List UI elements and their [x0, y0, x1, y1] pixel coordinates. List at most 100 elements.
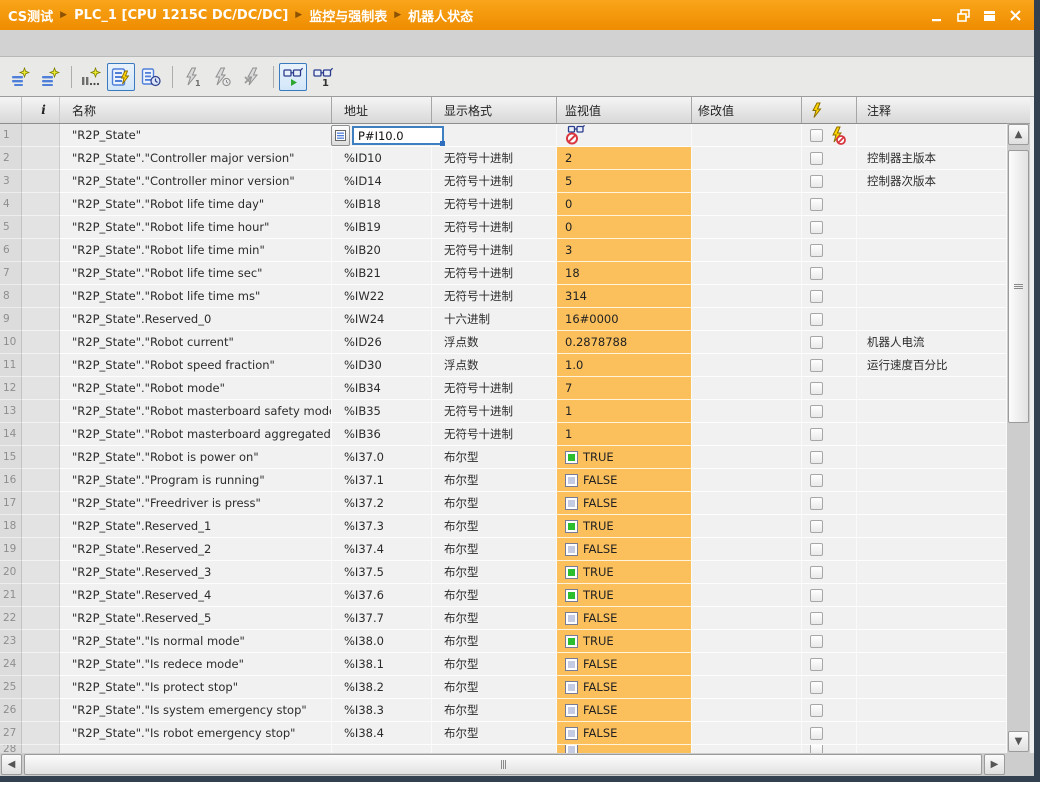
display-format-cell[interactable]: 浮点数 [432, 354, 557, 377]
tag-name-cell[interactable]: "R2P_State"."Robot life time sec" [60, 262, 332, 285]
address-cell[interactable]: %I37.4 [332, 538, 432, 561]
table-row[interactable]: 1 "R2P_State" P#I10.0 [0, 124, 1007, 147]
address-cell[interactable]: %IB21 [332, 262, 432, 285]
modify-value-cell[interactable] [692, 331, 802, 354]
add-row-button[interactable] [36, 63, 64, 91]
header-indicator[interactable]: i [22, 97, 60, 123]
insert-additional-rows-button[interactable] [77, 63, 105, 91]
header-modify-value[interactable]: 修改值 [692, 97, 802, 123]
tag-name-cell[interactable]: "R2P_State"."Robot mode" [60, 377, 332, 400]
display-format-cell[interactable]: 布尔型 [432, 446, 557, 469]
breadcrumb-project[interactable]: CS测试 [8, 6, 53, 25]
modify-checkbox[interactable] [810, 658, 823, 671]
display-format-cell[interactable]: 无符号十进制 [432, 239, 557, 262]
address-cell[interactable]: %I37.3 [332, 515, 432, 538]
header-display-format[interactable]: 显示格式 [432, 97, 557, 123]
modify-value-cell[interactable] [692, 400, 802, 423]
scroll-right-button[interactable]: ▶ [984, 754, 1005, 775]
address-cell[interactable]: %I38.2 [332, 676, 432, 699]
modify-value-cell[interactable] [692, 239, 802, 262]
tag-name-cell[interactable]: "R2P_State"."Controller minor version" [60, 170, 332, 193]
modify-checkbox[interactable] [810, 221, 823, 234]
tag-name-cell[interactable]: "R2P_State"."Robot current" [60, 331, 332, 354]
restore-button[interactable] [956, 9, 970, 22]
comment-cell[interactable] [857, 607, 1007, 630]
display-format-cell[interactable]: 无符号十进制 [432, 170, 557, 193]
comment-cell[interactable] [857, 469, 1007, 492]
scroll-up-button[interactable]: ▲ [1008, 124, 1029, 145]
modify-value-cell[interactable] [692, 147, 802, 170]
show-modify-columns-button[interactable] [107, 63, 135, 91]
address-cell[interactable]: %IB19 [332, 216, 432, 239]
display-format-cell[interactable]: 布尔型 [432, 515, 557, 538]
address-cell[interactable]: %IB34 [332, 377, 432, 400]
table-row[interactable]: 6 "R2P_State"."Robot life time min" %IB2… [0, 239, 1007, 262]
modify-checkbox[interactable] [810, 497, 823, 510]
modify-checkbox[interactable] [810, 198, 823, 211]
comment-cell[interactable] [857, 308, 1007, 331]
vertical-scrollbar[interactable]: ▲ ▼ [1007, 97, 1030, 753]
tag-name-cell[interactable]: "R2P_State"."Is protect stop" [60, 676, 332, 699]
address-cell[interactable]: %ID14 [332, 170, 432, 193]
address-list-button[interactable] [331, 125, 350, 146]
modify-value-cell[interactable] [692, 377, 802, 400]
tag-name-cell[interactable]: "R2P_State" [60, 124, 332, 147]
display-format-cell[interactable]: 无符号十进制 [432, 193, 557, 216]
comment-cell[interactable] [857, 124, 1007, 147]
monitor-all-button[interactable] [279, 63, 307, 91]
vertical-scrollbar-thumb[interactable] [1008, 150, 1029, 423]
address-cell[interactable]: %ID30 [332, 354, 432, 377]
modify-value-cell[interactable] [692, 607, 802, 630]
modify-value-cell[interactable] [692, 561, 802, 584]
table-row[interactable]: 26 "R2P_State"."Is system emergency stop… [0, 699, 1007, 722]
modify-checkbox[interactable] [810, 451, 823, 464]
breadcrumb-table[interactable]: 机器人状态 [408, 6, 473, 25]
comment-cell[interactable] [857, 216, 1007, 239]
display-format-cell[interactable] [432, 124, 557, 147]
modify-checkbox[interactable] [810, 612, 823, 625]
modify-value-cell[interactable] [692, 193, 802, 216]
horizontal-scrollbar-thumb[interactable] [24, 754, 982, 775]
table-row[interactable]: 19 "R2P_State".Reserved_2 %I37.4 布尔型 FAL… [0, 538, 1007, 561]
modify-value-cell[interactable] [692, 262, 802, 285]
monitor-once-button[interactable]: 1 [309, 63, 337, 91]
tag-name-cell[interactable]: "R2P_State".Reserved_3 [60, 561, 332, 584]
table-row[interactable]: 24 "R2P_State"."Is redece mode" %I38.1 布… [0, 653, 1007, 676]
display-format-cell[interactable]: 无符号十进制 [432, 400, 557, 423]
table-row[interactable]: 12 "R2P_State"."Robot mode" %IB34 无符号十进制… [0, 377, 1007, 400]
modify-value-cell[interactable] [692, 423, 802, 446]
display-format-cell[interactable]: 无符号十进制 [432, 285, 557, 308]
tag-name-cell[interactable]: "R2P_State"."Is system emergency stop" [60, 699, 332, 722]
tag-name-cell[interactable]: "R2P_State"."Robot life time min" [60, 239, 332, 262]
minimize-button[interactable] [930, 9, 944, 22]
modify-checkbox[interactable] [810, 382, 823, 395]
comment-cell[interactable]: 机器人电流 [857, 331, 1007, 354]
tag-name-cell[interactable]: "R2P_State"."Controller major version" [60, 147, 332, 170]
tag-name-cell[interactable]: "R2P_State".Reserved_1 [60, 515, 332, 538]
comment-cell[interactable] [857, 193, 1007, 216]
modify-value-cell[interactable] [692, 584, 802, 607]
table-row[interactable]: 15 "R2P_State"."Robot is power on" %I37.… [0, 446, 1007, 469]
enable-peripheral-outputs-button[interactable] [238, 63, 266, 91]
table-row[interactable]: 8 "R2P_State"."Robot life time ms" %IW22… [0, 285, 1007, 308]
modify-with-trigger-button[interactable] [208, 63, 236, 91]
header-monitor-value[interactable]: 监视值 [557, 97, 692, 123]
tag-name-cell[interactable]: "R2P_State"."Robot masterboard aggregate… [60, 423, 332, 446]
modify-checkbox[interactable] [810, 681, 823, 694]
table-row[interactable]: 13 "R2P_State"."Robot masterboard safety… [0, 400, 1007, 423]
modify-checkbox[interactable] [810, 359, 823, 372]
tag-name-cell[interactable]: "R2P_State"."Robot life time day" [60, 193, 332, 216]
modify-checkbox[interactable] [810, 313, 823, 326]
modify-checkbox[interactable] [810, 566, 823, 579]
address-cell[interactable]: %I37.5 [332, 561, 432, 584]
display-format-cell[interactable]: 布尔型 [432, 561, 557, 584]
modify-checkbox[interactable] [810, 405, 823, 418]
table-row[interactable]: 20 "R2P_State".Reserved_3 %I37.5 布尔型 TRU… [0, 561, 1007, 584]
modify-checkbox[interactable] [810, 727, 823, 740]
close-button[interactable] [1008, 9, 1022, 22]
comment-cell[interactable] [857, 377, 1007, 400]
modify-checkbox[interactable] [810, 267, 823, 280]
comment-cell[interactable]: 控制器次版本 [857, 170, 1007, 193]
modify-checkbox[interactable] [810, 336, 823, 349]
modify-checkbox[interactable] [810, 589, 823, 602]
